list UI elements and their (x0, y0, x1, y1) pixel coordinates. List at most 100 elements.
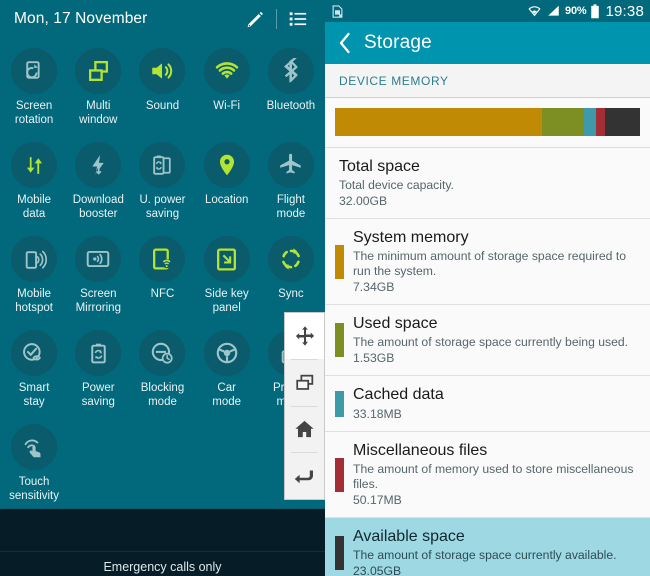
tile-download-booster[interactable]: Download booster (66, 138, 130, 228)
tile-label: Download booster (72, 194, 124, 220)
chevron-left-icon[interactable] (337, 32, 352, 54)
storage-row-cached-data[interactable]: Cached data 33.18MB (325, 376, 650, 432)
tile-bluetooth[interactable]: Bluetooth (259, 44, 323, 134)
storage-row-system-memory[interactable]: System memory The minimum amount of stor… (325, 219, 650, 305)
row-text: Total space Total device capacity. 32.00… (339, 157, 640, 209)
header-divider (276, 9, 277, 29)
quick-settings-header-actions (238, 4, 315, 34)
tile-smart-stay[interactable]: Smart stay (2, 326, 66, 416)
tile-label: Car mode (212, 382, 242, 408)
storage-row-total-space[interactable]: Total space Total device capacity. 32.00… (325, 148, 650, 219)
cellular-signal-icon (546, 4, 561, 18)
tile-power-saving[interactable]: Power saving (66, 326, 130, 416)
color-swatch (334, 536, 344, 570)
tile-blocking-mode[interactable]: Blocking mode (130, 326, 194, 416)
tile-label: Screen Mirroring (75, 288, 121, 314)
smart-stay-icon (11, 330, 58, 376)
page-title: Storage (364, 32, 432, 53)
row-title: Available space (353, 528, 465, 545)
tile-touch-sensitivity[interactable]: Touch sensitivity (2, 420, 66, 510)
tile-wifi[interactable]: Wi-Fi (195, 44, 259, 134)
recents-button[interactable] (285, 360, 324, 406)
usage-segment-cached-data (583, 108, 596, 136)
airplane-icon (267, 142, 314, 188)
back-button[interactable] (285, 453, 324, 499)
screen-root: Mon, 17 November Screen rotation Multi w… (0, 0, 650, 576)
section-header-device-memory: DEVICE MEMORY (325, 64, 650, 98)
app-bar: Storage (325, 22, 650, 64)
divider (0, 551, 325, 552)
ultra-power-saving-icon (139, 142, 186, 188)
tile-screen-mirroring[interactable]: Screen Mirroring (66, 232, 130, 322)
move-handle[interactable] (285, 313, 324, 359)
tile-multi-window[interactable]: Multi window (66, 44, 130, 134)
usage-segment-system-memory (335, 108, 543, 136)
swatch-container (325, 441, 353, 508)
row-text: Miscellaneous files The amount of memory… (353, 441, 640, 508)
download-booster-icon (75, 142, 122, 188)
tile-label: Bluetooth (266, 100, 316, 112)
touch-sensitivity-icon (11, 424, 58, 470)
pencil-icon[interactable] (238, 4, 272, 34)
tile-label: Sound (145, 100, 180, 112)
row-description: The amount of storage space currently av… (353, 548, 617, 562)
tile-label: Smart stay (18, 382, 50, 408)
multi-window-icon (75, 48, 122, 94)
tile-location[interactable]: Location (195, 138, 259, 228)
tile-nfc[interactable]: NFC (130, 232, 194, 322)
row-value: 50.17MB (353, 493, 402, 507)
usage-segment-used-space (542, 108, 584, 136)
tile-screen-rotation[interactable]: Screen rotation (2, 44, 66, 134)
storage-usage-bar (335, 108, 640, 136)
battery-percent-label: 90% (565, 5, 587, 17)
no-sim-card-icon (330, 4, 345, 19)
tile-label: Flight mode (276, 194, 306, 220)
floating-nav-toolbar[interactable] (284, 312, 325, 500)
mobile-hotspot-icon (11, 236, 58, 282)
tile-sync[interactable]: Sync (259, 232, 323, 322)
tile-car-mode[interactable]: Car mode (195, 326, 259, 416)
color-swatch (334, 457, 344, 492)
side-key-panel-icon (203, 236, 250, 282)
home-button[interactable] (285, 407, 324, 453)
tile-label: Screen rotation (14, 100, 54, 126)
row-title: Miscellaneous files (353, 442, 488, 459)
recent-apps-icon (295, 374, 313, 390)
storage-row-available-space[interactable]: Available space The amount of storage sp… (325, 518, 650, 576)
row-value: 33.18MB (353, 407, 402, 421)
row-title: Cached data (353, 386, 444, 403)
row-value: 1.53GB (353, 351, 395, 365)
power-saving-icon (75, 330, 122, 376)
tile-side-key-panel[interactable]: Side key panel (195, 232, 259, 322)
row-description: The amount of memory used to store misce… (353, 462, 634, 491)
tile-ultra-power-saving[interactable]: U. power saving (130, 138, 194, 228)
storage-row-miscellaneous-files[interactable]: Miscellaneous files The amount of memory… (325, 432, 650, 518)
row-description: Total device capacity. (339, 178, 454, 192)
screen-mirroring-icon (75, 236, 122, 282)
row-value: 7.34GB (353, 280, 395, 294)
tile-mobile-hotspot[interactable]: Mobile hotspot (2, 232, 66, 322)
wifi-icon (203, 48, 250, 94)
list-icon[interactable] (281, 4, 315, 34)
color-swatch (334, 323, 344, 357)
quick-settings-panel: Mon, 17 November Screen rotation Multi w… (0, 0, 325, 576)
usage-segment-available-space (604, 108, 640, 136)
sound-icon (139, 48, 186, 94)
wifi-signal-icon (527, 4, 542, 18)
screen-rotation-icon (11, 48, 58, 94)
swatch-container (325, 228, 353, 295)
emergency-calls-label: Emergency calls only (103, 560, 222, 574)
color-swatch (334, 390, 344, 417)
tile-flight-mode[interactable]: Flight mode (259, 138, 323, 228)
tile-mobile-data[interactable]: Mobile data (2, 138, 66, 228)
tile-label: U. power saving (139, 194, 186, 220)
storage-settings-panel: 90% 19:38 Storage DEVICE MEMORY Total sp… (325, 0, 650, 576)
tile-label: Blocking mode (140, 382, 185, 408)
quick-settings-header: Mon, 17 November (0, 0, 325, 38)
color-swatch (334, 244, 344, 279)
tile-sound[interactable]: Sound (130, 44, 194, 134)
row-text: System memory The minimum amount of stor… (353, 228, 640, 295)
tile-label: Mobile hotspot (15, 288, 53, 314)
status-bar-right: 90% 19:38 (527, 3, 644, 20)
storage-row-used-space[interactable]: Used space The amount of storage space c… (325, 305, 650, 376)
